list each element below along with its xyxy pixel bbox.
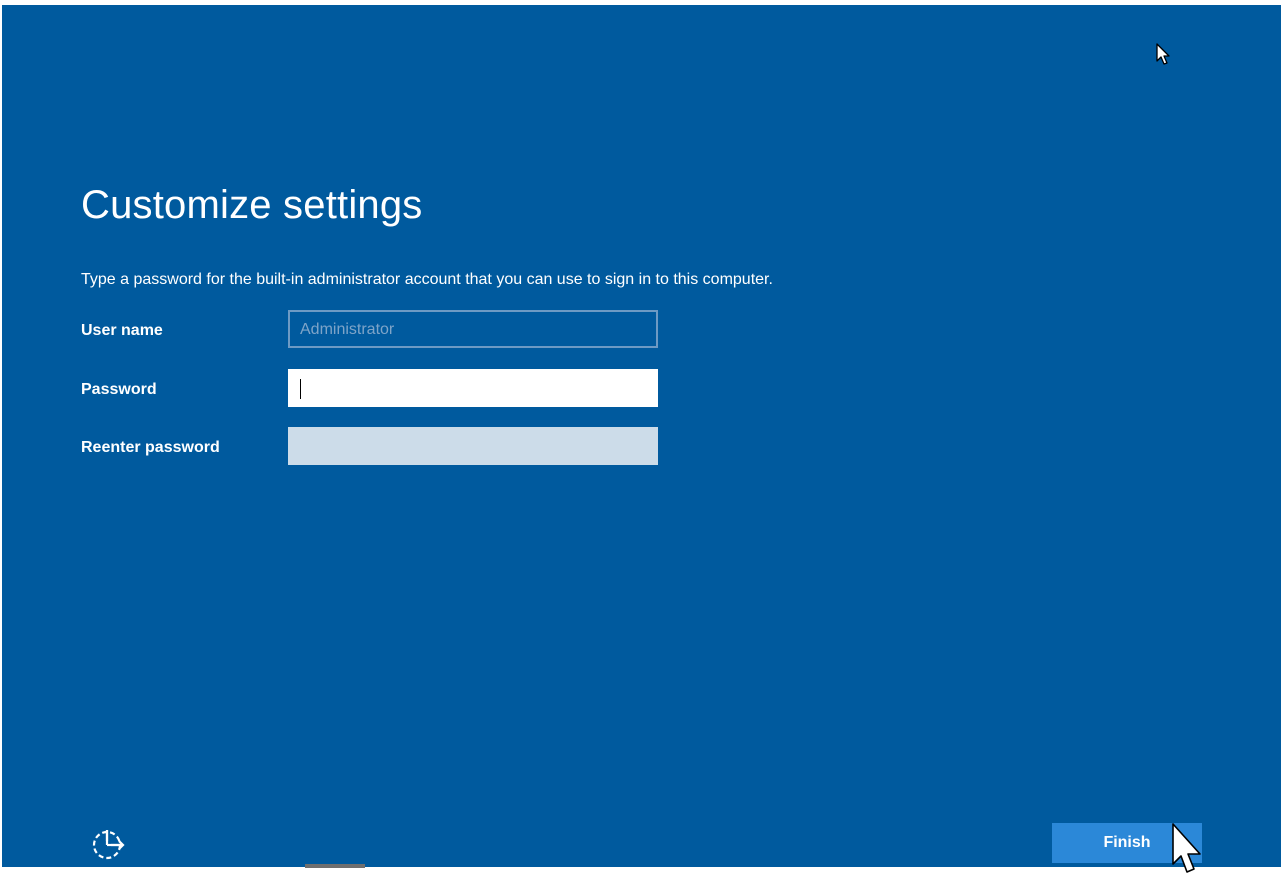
username-placeholder: Administrator (300, 321, 395, 338)
password-input[interactable] (288, 369, 658, 407)
screen: Customize settings Type a password for t… (0, 0, 1283, 885)
mouse-pointer-icon (1155, 42, 1173, 68)
password-label: Password (81, 381, 157, 398)
reenter-password-label: Reenter password (81, 439, 220, 456)
instructions-text: Type a password for the built-in adminis… (81, 271, 773, 288)
finish-button-label: Finish (1103, 834, 1151, 851)
username-label: User name (81, 322, 163, 339)
ease-of-access-icon[interactable] (90, 827, 130, 865)
taskbar-fragment (305, 864, 365, 868)
large-pointer-icon (1170, 822, 1206, 880)
text-caret (300, 379, 301, 399)
username-field: Administrator (288, 310, 658, 348)
page-title: Customize settings (81, 183, 423, 227)
reenter-password-input[interactable] (288, 427, 658, 465)
setup-window: Customize settings Type a password for t… (2, 5, 1281, 867)
